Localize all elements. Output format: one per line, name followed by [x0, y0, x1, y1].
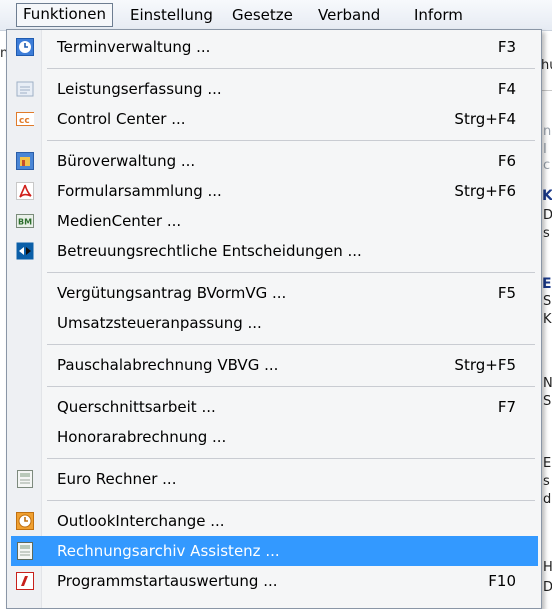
- menu-item-label: Euro Rechner ...: [57, 470, 177, 488]
- background-text: D: [543, 580, 552, 595]
- menu-item-label: Terminverwaltung ...: [57, 38, 211, 56]
- background-text: K: [543, 312, 552, 327]
- menu-item-mediencenter[interactable]: BM MedienCenter ...: [11, 206, 538, 236]
- menu-item-verguetungsantrag[interactable]: Vergütungsantrag BVormVG ... F5: [11, 278, 538, 308]
- menu-item-outlookinterchange[interactable]: OutlookInterchange ...: [11, 506, 538, 536]
- menu-item-shortcut: Strg+F5: [454, 356, 516, 374]
- svg-text:BM: BM: [18, 218, 32, 227]
- background-text: s: [543, 474, 550, 489]
- menu-item-label: Programmstartauswertung ...: [57, 572, 278, 590]
- menu-item-label: Leistungserfassung ...: [57, 80, 222, 98]
- background-text: n: [543, 124, 552, 139]
- menu-item-shortcut: F5: [497, 284, 516, 302]
- menu-item-programmstartauswertung[interactable]: Programmstartauswertung ... F10: [11, 566, 538, 596]
- menu-item-rechnungsarchiv-assistenz[interactable]: Rechnungsarchiv Assistenz ...: [11, 536, 538, 566]
- archive-icon: [16, 542, 34, 560]
- menu-item-pauschalabrechnung[interactable]: Pauschalabrechnung VBVG ... Strg+F5: [11, 350, 538, 380]
- menu-item-label: Vergütungsantrag BVormVG ...: [57, 284, 287, 302]
- menu-bar: Funktionen Einstellung Gesetze Verband I…: [0, 0, 552, 31]
- menu-item-shortcut: F4: [497, 80, 516, 98]
- background-text: N: [543, 376, 552, 391]
- menu-item-leistungserfassung[interactable]: Leistungserfassung ... F4: [11, 74, 538, 104]
- menu-item-label: Honorarabrechnung ...: [57, 428, 227, 446]
- menu-separator: [47, 500, 535, 501]
- menu-separator: [47, 344, 535, 345]
- outlook-clock-icon: [16, 512, 34, 530]
- background-text: s: [543, 226, 550, 241]
- report-icon: [16, 572, 34, 590]
- menu-item-control-center[interactable]: cc Control Center ... Strg+F4: [11, 104, 538, 134]
- menu-item-shortcut: Strg+F4: [454, 110, 516, 128]
- calculator-icon: [16, 470, 34, 488]
- background-text: d: [543, 492, 552, 507]
- list-icon: [16, 80, 34, 98]
- menu-item-label: MedienCenter ...: [57, 212, 182, 230]
- pdf-icon: [16, 182, 34, 200]
- funktionen-dropdown: Terminverwaltung ... F3 Leistungserfassu…: [6, 29, 542, 609]
- menu-funktionen[interactable]: Funktionen: [16, 3, 113, 27]
- menu-item-label: Umsatzsteueranpassung ...: [57, 314, 262, 332]
- background-text: S: [543, 394, 552, 409]
- menu-einstellung[interactable]: Einstellung: [124, 4, 219, 26]
- background-text: E: [543, 456, 552, 471]
- menu-item-euro-rechner[interactable]: Euro Rechner ...: [11, 464, 538, 494]
- menu-item-terminverwaltung[interactable]: Terminverwaltung ... F3: [11, 32, 538, 62]
- menu-item-honorarabrechnung[interactable]: Honorarabrechnung ...: [11, 422, 538, 452]
- menu-separator: [47, 140, 535, 141]
- menu-item-shortcut: Strg+F6: [454, 182, 516, 200]
- menu-item-shortcut: F3: [497, 38, 516, 56]
- menu-item-label: Rechnungsarchiv Assistenz ...: [57, 542, 280, 560]
- menu-item-label: Formularsammlung ...: [57, 182, 222, 200]
- menu-item-label: Control Center ...: [57, 110, 186, 128]
- menu-item-umsatzsteueranpassung[interactable]: Umsatzsteueranpassung ...: [11, 308, 538, 338]
- menu-verband[interactable]: Verband: [312, 4, 386, 26]
- menu-separator: [47, 68, 535, 69]
- svg-text:cc: cc: [19, 116, 30, 126]
- clock-icon: [16, 38, 34, 56]
- background-text: hu: [541, 58, 552, 73]
- office-icon: [16, 152, 34, 170]
- background-text: c: [543, 158, 551, 173]
- menu-separator: [47, 458, 535, 459]
- menu-item-shortcut: F10: [488, 572, 516, 590]
- background-text: H: [543, 560, 552, 575]
- menu-item-label: OutlookInterchange ...: [57, 512, 225, 530]
- menu-gesetze[interactable]: Gesetze: [226, 4, 299, 26]
- menu-item-label: Pauschalabrechnung VBVG ...: [57, 356, 279, 374]
- menu-item-label: Querschnittsarbeit ...: [57, 398, 216, 416]
- menu-item-bueroverwaltung[interactable]: Büroverwaltung ... F6: [11, 146, 538, 176]
- menu-separator: [47, 272, 535, 273]
- menu-item-label: Büroverwaltung ...: [57, 152, 196, 170]
- media-icon: BM: [16, 212, 34, 230]
- background-text: I: [543, 142, 547, 157]
- background-text: S: [543, 294, 552, 309]
- background-heading: K: [542, 188, 552, 204]
- background-text: D: [543, 208, 552, 223]
- menu-separator: [47, 386, 535, 387]
- decision-icon: [16, 242, 34, 260]
- menu-item-querschnittsarbeit[interactable]: Querschnittsarbeit ... F7: [11, 392, 538, 422]
- menu-item-shortcut: F7: [497, 398, 516, 416]
- menu-item-formularsammlung[interactable]: Formularsammlung ... Strg+F6: [11, 176, 538, 206]
- menu-item-betreuungsrechtliche-entscheidungen[interactable]: Betreuungsrechtliche Entscheidungen ...: [11, 236, 538, 266]
- cc-icon: cc: [16, 110, 34, 128]
- background-heading: E: [542, 276, 552, 292]
- menu-inform[interactable]: Inform: [408, 4, 469, 26]
- menu-item-shortcut: F6: [497, 152, 516, 170]
- menu-item-label: Betreuungsrechtliche Entscheidungen ...: [57, 242, 362, 260]
